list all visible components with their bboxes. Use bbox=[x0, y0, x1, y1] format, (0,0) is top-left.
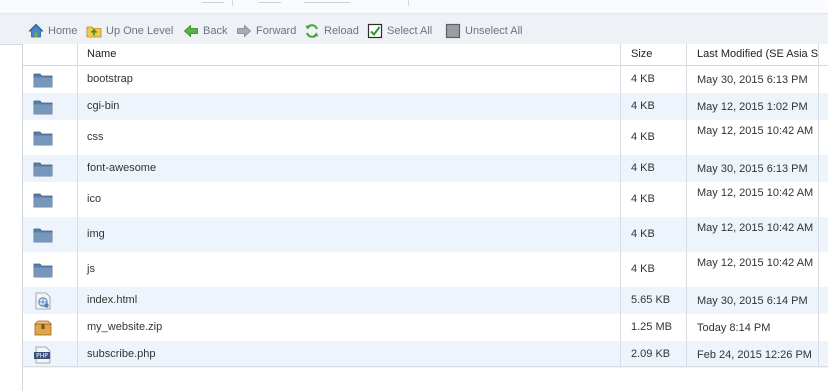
folder-icon[interactable] bbox=[33, 191, 53, 209]
top-menu-strip bbox=[0, 0, 828, 14]
file-modified-date: Feb 24, 2015 12:26 PM bbox=[697, 349, 812, 361]
file-modified-date: May 12, 2015 10:42 AM bbox=[697, 257, 814, 269]
unselect-all-label: Unselect All bbox=[465, 24, 523, 37]
folder-icon[interactable] bbox=[33, 98, 53, 116]
folder-up-icon bbox=[86, 26, 102, 37]
up-one-level-button[interactable]: Up One Level bbox=[86, 22, 173, 39]
file-modified-date: Today 8:14 PM bbox=[697, 322, 771, 334]
file-size: 4 KB bbox=[631, 73, 655, 85]
file-size: 4 KB bbox=[631, 131, 655, 143]
select-all-label: Select All bbox=[387, 24, 433, 37]
file-name[interactable]: img bbox=[87, 228, 105, 240]
arrow-left-icon bbox=[183, 24, 198, 37]
table-row[interactable]: my_website.zip 1.25 MB Today 8:14 PM bbox=[23, 314, 828, 341]
file-name[interactable]: js bbox=[87, 263, 95, 275]
table-row[interactable]: img 4 KB May 12, 2015 10:42 AM bbox=[23, 217, 828, 252]
column-header-last-modified[interactable]: Last Modified (SE Asia S bbox=[697, 44, 827, 66]
select-all-button[interactable]: Select All bbox=[367, 22, 432, 39]
file-modified-date: May 12, 2015 10:42 AM bbox=[697, 222, 814, 234]
column-divider bbox=[620, 44, 621, 366]
file-name[interactable]: css bbox=[87, 131, 104, 143]
up-one-level-label: Up One Level bbox=[106, 24, 174, 37]
column-divider bbox=[77, 44, 78, 366]
folder-icon[interactable] bbox=[33, 129, 53, 147]
menu-divider bbox=[232, 0, 233, 6]
column-divider bbox=[686, 44, 687, 366]
file-table: Name Size Last Modified (SE Asia S boots… bbox=[22, 44, 828, 391]
folder-icon[interactable] bbox=[33, 71, 53, 89]
file-name[interactable]: my_website.zip bbox=[87, 321, 162, 333]
reload-label: Reload bbox=[324, 24, 359, 37]
folder-icon[interactable] bbox=[33, 261, 53, 279]
column-divider bbox=[818, 44, 819, 366]
file-name[interactable]: index.html bbox=[87, 294, 137, 306]
file-size: 4 KB bbox=[631, 162, 655, 174]
file-toolbar: Home Up One Level Back Forward Reload Se… bbox=[0, 14, 828, 45]
unselect-all-button[interactable]: Unselect All bbox=[445, 22, 522, 39]
file-modified-date: May 30, 2015 6:13 PM bbox=[697, 74, 808, 86]
file-name[interactable]: font-awesome bbox=[87, 162, 156, 174]
file-name[interactable]: bootstrap bbox=[87, 73, 133, 85]
file-modified-date: May 12, 2015 10:42 AM bbox=[697, 187, 814, 199]
html-file-icon[interactable] bbox=[33, 292, 53, 310]
forward-label: Forward bbox=[256, 24, 297, 37]
file-size: 4 KB bbox=[631, 228, 655, 240]
home-icon bbox=[28, 23, 44, 37]
table-row[interactable]: bootstrap 4 KB May 30, 2015 6:13 PM bbox=[23, 66, 828, 93]
file-size: 4 KB bbox=[631, 100, 655, 112]
file-name[interactable]: cgi-bin bbox=[87, 100, 119, 112]
back-label: Back bbox=[203, 24, 228, 37]
zip-file-icon[interactable] bbox=[33, 319, 53, 337]
menu-item-remnant[interactable] bbox=[202, 0, 224, 3]
home-button[interactable]: Home bbox=[28, 22, 77, 39]
file-name[interactable]: ico bbox=[87, 193, 101, 205]
folder-icon[interactable] bbox=[33, 160, 53, 178]
reload-icon bbox=[305, 23, 319, 38]
menu-item-remnant[interactable] bbox=[259, 0, 281, 3]
file-modified-date: May 12, 2015 10:42 AM bbox=[697, 125, 814, 137]
checkbox-checked-icon bbox=[367, 23, 383, 38]
column-header-name[interactable]: Name bbox=[87, 44, 627, 66]
file-size: 4 KB bbox=[631, 193, 655, 205]
table-row[interactable]: css 4 KB May 12, 2015 10:42 AM bbox=[23, 120, 828, 155]
menu-divider bbox=[408, 0, 409, 6]
table-row[interactable]: PHP subscribe.php 2.09 KB Feb 24, 2015 12:2… bbox=[23, 341, 828, 368]
table-row[interactable]: js 4 KB May 12, 2015 10:42 AM bbox=[23, 252, 828, 287]
file-size: 5.65 KB bbox=[631, 294, 671, 306]
table-header: Name Size Last Modified (SE Asia S bbox=[23, 44, 828, 66]
file-size: 2.09 KB bbox=[631, 348, 671, 360]
folder-icon[interactable] bbox=[33, 226, 53, 244]
file-name[interactable]: subscribe.php bbox=[87, 348, 156, 360]
reload-button[interactable]: Reload bbox=[304, 22, 359, 39]
file-size: 1.25 MB bbox=[631, 321, 672, 333]
column-header-size[interactable]: Size bbox=[631, 44, 691, 66]
forward-button[interactable]: Forward bbox=[236, 22, 296, 39]
file-modified-date: May 30, 2015 6:13 PM bbox=[697, 163, 808, 175]
table-row[interactable]: index.html 5.65 KB May 30, 2015 6:14 PM bbox=[23, 287, 828, 314]
file-modified-date: May 30, 2015 6:14 PM bbox=[697, 295, 808, 307]
table-bottom-border bbox=[23, 366, 828, 367]
svg-text:PHP: PHP bbox=[36, 353, 48, 360]
table-row[interactable]: font-awesome 4 KB May 30, 2015 6:13 PM bbox=[23, 155, 828, 182]
arrow-right-icon bbox=[237, 24, 252, 37]
checkbox-empty-icon bbox=[445, 23, 461, 38]
file-size: 4 KB bbox=[631, 263, 655, 275]
file-modified-date: May 12, 2015 1:02 PM bbox=[697, 101, 808, 113]
menu-item-remnant[interactable] bbox=[304, 0, 350, 3]
php-file-icon[interactable]: PHP bbox=[33, 346, 53, 364]
table-row[interactable]: ico 4 KB May 12, 2015 10:42 AM bbox=[23, 182, 828, 217]
back-button[interactable]: Back bbox=[183, 22, 227, 39]
home-label: Home bbox=[48, 24, 78, 37]
table-row[interactable]: cgi-bin 4 KB May 12, 2015 1:02 PM bbox=[23, 93, 828, 120]
